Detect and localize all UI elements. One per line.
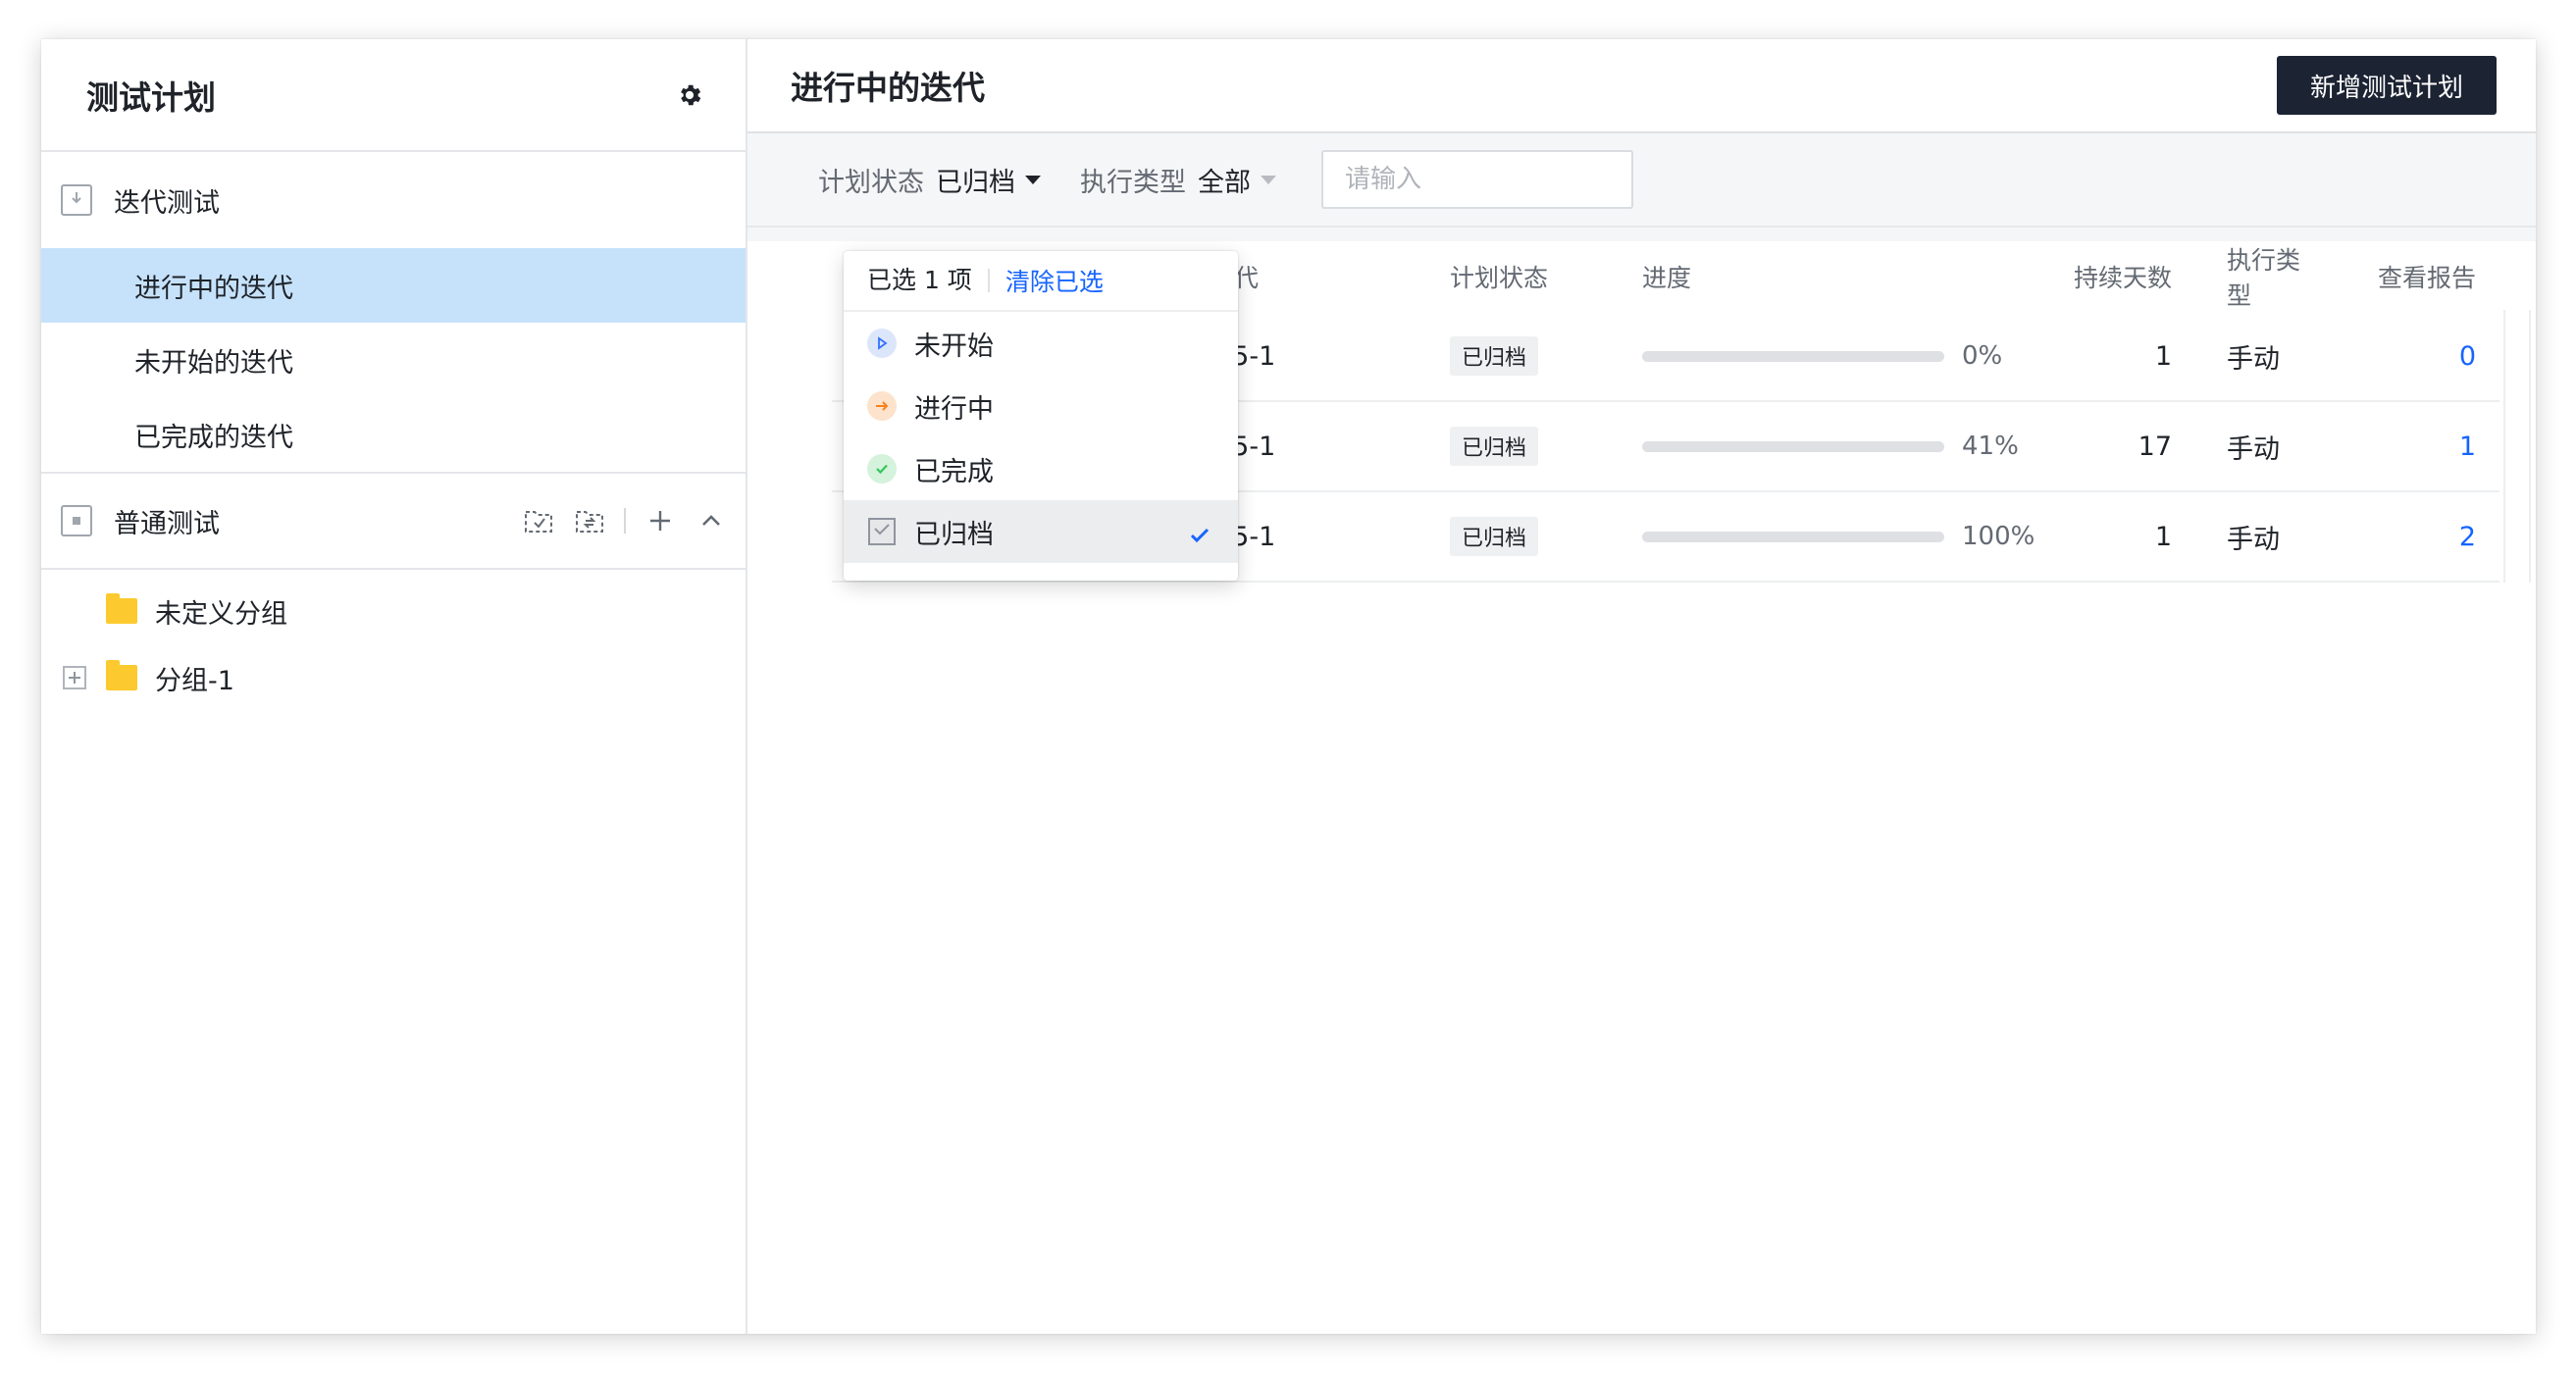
search-input[interactable] <box>1345 165 1663 194</box>
status-badge: 已归档 <box>1450 427 1539 466</box>
iteration-section-label: 迭代测试 <box>114 187 220 219</box>
tool-divider <box>624 508 626 534</box>
arrow-right-icon <box>867 391 897 421</box>
archive-icon <box>867 517 897 546</box>
option-label: 已归档 <box>914 519 994 550</box>
status-badge: 已归档 <box>1450 517 1539 556</box>
report-link[interactable]: 1 <box>2319 432 2499 462</box>
dropdown-option[interactable]: 已归档 <box>844 500 1238 563</box>
caret-down-icon <box>1261 175 1276 184</box>
sidebar-item-label: 已完成的迭代 <box>134 422 293 453</box>
folder-icon <box>106 593 137 624</box>
header-days: 持续天数 <box>2073 264 2172 292</box>
option-label: 已完成 <box>914 456 994 487</box>
status-badge: 已归档 <box>1450 336 1539 376</box>
plan-status-value: 已归档 <box>936 167 1015 198</box>
row-days: 1 <box>2154 340 2172 372</box>
normal-section-label: 普通测试 <box>114 508 220 539</box>
report-link[interactable]: 2 <box>2319 522 2499 552</box>
expand-plus-icon[interactable] <box>63 666 86 689</box>
folder-item-group-1[interactable]: 分组-1 <box>41 644 746 711</box>
clear-selection-link[interactable]: 清除已选 <box>1005 263 1104 298</box>
sidebar: 测试计划 迭代测试 进行中的迭代 未开始的迭代 已完成的迭代 普通测试 未定义分… <box>41 39 747 1334</box>
row-status: 已归档 <box>1450 336 1642 376</box>
sidebar-item-label: 进行中的迭代 <box>134 273 293 304</box>
progress-text: 100% <box>1962 522 2035 551</box>
selected-count: 已选 1 项 <box>867 268 990 292</box>
main-header: 进行中的迭代 新增测试计划 <box>747 39 2536 133</box>
sidebar-item-in-progress[interactable]: 进行中的迭代 <box>41 248 746 323</box>
folder-import-icon[interactable] <box>522 504 555 537</box>
row-progress: 0% <box>1642 341 2054 371</box>
sidebar-item-not-started[interactable]: 未开始的迭代 <box>41 323 746 397</box>
dropdown-header: 已选 1 项 清除已选 <box>844 251 1238 312</box>
progress-bar <box>1642 531 1944 542</box>
folder-label: 分组-1 <box>155 665 234 696</box>
play-icon <box>867 329 897 358</box>
main-panel: 进行中的迭代 新增测试计划 计划状态 已归档 执行类型 全部 所属迭代 <box>747 39 2536 1334</box>
sidebar-item-completed[interactable]: 已完成的迭代 <box>41 397 746 472</box>
table-scrollbar[interactable] <box>2503 310 2531 583</box>
option-label: 进行中 <box>914 393 994 425</box>
filter-bar: 计划状态 已归档 执行类型 全部 <box>747 133 2536 228</box>
dropdown-option[interactable]: 未开始 <box>844 312 1238 375</box>
check-circle-icon <box>867 454 897 484</box>
sidebar-header: 测试计划 <box>41 39 746 152</box>
add-test-plan-button[interactable]: 新增测试计划 <box>2276 56 2497 115</box>
folder-icon <box>106 660 137 690</box>
filter-band <box>747 228 2536 241</box>
folder-sync-icon[interactable] <box>573 504 606 537</box>
progress-bar <box>1642 350 1944 362</box>
plus-icon[interactable] <box>644 504 677 537</box>
folder-label: 未定义分组 <box>155 598 287 630</box>
dropdown-option[interactable]: 已完成 <box>844 437 1238 500</box>
header-progress: 进度 <box>1642 264 1692 292</box>
iteration-download-icon <box>61 184 92 216</box>
row-status: 已归档 <box>1450 517 1642 556</box>
exec-type-filter[interactable]: 执行类型 全部 <box>1080 161 1276 199</box>
progress-bar <box>1642 440 1944 452</box>
row-progress: 41% <box>1642 432 2054 461</box>
page-title: 进行中的迭代 <box>791 69 985 107</box>
normal-test-section[interactable]: 普通测试 <box>41 472 746 570</box>
gear-icon[interactable] <box>675 80 704 110</box>
search-box <box>1321 150 1663 209</box>
plan-status-label: 计划状态 <box>818 167 924 198</box>
sidebar-title: 测试计划 <box>86 77 216 117</box>
progress-text: 41% <box>1962 432 2019 461</box>
header-type: 执行类型 <box>2227 246 2301 310</box>
dropdown-options: 未开始进行中已完成已归档 <box>844 312 1238 563</box>
normal-test-icon <box>61 505 92 536</box>
exec-type-label: 执行类型 <box>1080 167 1186 198</box>
row-status: 已归档 <box>1450 427 1642 466</box>
plan-status-filter[interactable]: 计划状态 已归档 <box>818 161 1041 199</box>
folder-item-undefined[interactable]: 未定义分组 <box>41 578 746 644</box>
row-type: 手动 <box>2227 433 2280 465</box>
dropdown-option[interactable]: 进行中 <box>844 375 1238 437</box>
row-type: 手动 <box>2227 343 2280 375</box>
report-link[interactable]: 0 <box>2319 341 2499 372</box>
section-tools <box>522 504 728 537</box>
option-label: 未开始 <box>914 331 994 362</box>
exec-type-value: 全部 <box>1198 167 1251 198</box>
row-progress: 100% <box>1642 522 2054 551</box>
check-icon <box>1189 522 1211 552</box>
header-status: 计划状态 <box>1450 264 1549 292</box>
row-days: 1 <box>2154 521 2172 552</box>
progress-text: 0% <box>1962 341 2003 371</box>
row-type: 手动 <box>2227 524 2280 555</box>
header-report: 查看报告 <box>2377 264 2476 292</box>
sidebar-item-label: 未开始的迭代 <box>134 347 293 379</box>
app-window: 测试计划 迭代测试 进行中的迭代 未开始的迭代 已完成的迭代 普通测试 未定义分… <box>41 39 2536 1334</box>
row-days: 17 <box>2138 431 2172 462</box>
caret-down-icon <box>1025 175 1041 184</box>
plan-status-dropdown: 已选 1 项 清除已选 未开始进行中已完成已归档 <box>844 251 1238 581</box>
iteration-test-section[interactable]: 迭代测试 <box>41 152 746 248</box>
chevron-up-icon[interactable] <box>695 504 728 537</box>
